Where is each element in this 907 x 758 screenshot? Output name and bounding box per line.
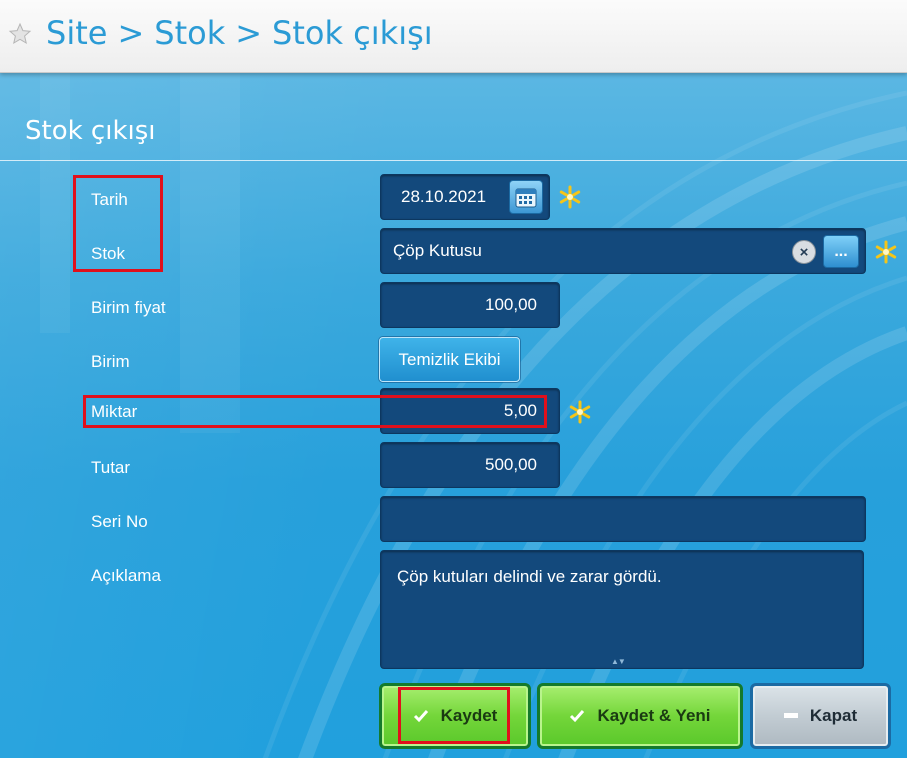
required-star-icon bbox=[569, 400, 591, 424]
description-textarea[interactable]: Çöp kutuları delindi ve zarar gördü. bbox=[381, 551, 863, 668]
unit-button[interactable]: Temizlik Ekibi bbox=[379, 337, 520, 382]
breadcrumb: Site > Stok > Stok çıkışı bbox=[46, 14, 433, 52]
unit-price-field[interactable]: 100,00 bbox=[380, 282, 560, 328]
close-button[interactable]: Kapat bbox=[750, 683, 891, 749]
description-field[interactable]: Çöp kutuları delindi ve zarar gördü. ▲▼ bbox=[380, 550, 864, 669]
breadcrumb-item-site[interactable]: Site bbox=[46, 14, 107, 52]
breadcrumb-item-current: Stok çıkışı bbox=[272, 14, 433, 52]
stock-lookup-field[interactable]: Çöp Kutusu × ... bbox=[380, 228, 866, 274]
required-star-icon bbox=[875, 240, 897, 264]
label-birim-fiyat: Birim fiyat bbox=[91, 298, 166, 317]
stock-exit-panel: Stok çıkışı Tarih Stok Birim fiyat Birim… bbox=[0, 73, 907, 758]
breadcrumb-separator: > bbox=[117, 14, 145, 52]
required-star-icon bbox=[559, 185, 581, 209]
label-seri-no: Seri No bbox=[91, 512, 148, 531]
total-field[interactable]: 500,00 bbox=[380, 442, 560, 488]
total-value: 500,00 bbox=[485, 455, 537, 474]
save-and-new-button[interactable]: Kaydet & Yeni bbox=[537, 683, 743, 749]
browse-button[interactable]: ... bbox=[823, 235, 859, 268]
date-field[interactable]: 28.10.2021 bbox=[380, 174, 550, 220]
breadcrumb-item-stok[interactable]: Stok bbox=[154, 14, 225, 52]
highlight-box-save bbox=[398, 687, 510, 744]
page-header: Site > Stok > Stok çıkışı bbox=[0, 0, 907, 73]
unit-price-value: 100,00 bbox=[485, 295, 537, 314]
favorite-star-icon[interactable] bbox=[8, 22, 32, 46]
clear-icon[interactable]: × bbox=[792, 240, 816, 264]
highlight-box-miktar bbox=[83, 395, 547, 428]
calendar-icon bbox=[515, 188, 537, 208]
close-button-label: Kapat bbox=[809, 706, 858, 725]
save-and-new-label: Kaydet & Yeni bbox=[597, 706, 711, 725]
label-tutar: Tutar bbox=[91, 458, 131, 477]
calendar-button[interactable] bbox=[509, 180, 543, 214]
highlight-box-tarih-stok bbox=[73, 175, 163, 272]
title-divider bbox=[0, 160, 907, 161]
label-birim: Birim bbox=[91, 352, 130, 371]
minus-icon bbox=[783, 713, 798, 719]
label-aciklama: Açıklama bbox=[91, 566, 161, 585]
check-icon bbox=[569, 709, 585, 723]
resize-grip-icon[interactable]: ▲▼ bbox=[611, 657, 626, 666]
form-title: Stok çıkışı bbox=[25, 116, 156, 146]
serial-no-field[interactable] bbox=[380, 496, 866, 542]
date-value: 28.10.2021 bbox=[401, 187, 487, 206]
breadcrumb-separator: > bbox=[235, 14, 263, 52]
stock-value: Çöp Kutusu bbox=[393, 241, 482, 260]
